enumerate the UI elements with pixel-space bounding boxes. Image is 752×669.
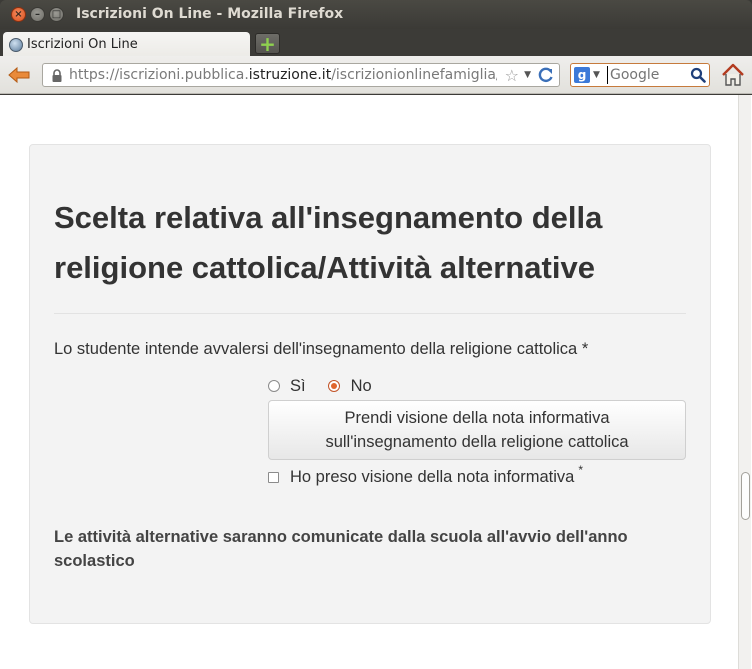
tab-iscrizioni[interactable]: Iscrizioni On Line	[3, 32, 250, 57]
lock-icon	[51, 68, 63, 82]
globe-icon	[9, 37, 23, 52]
religion-choice-group: Sì No	[268, 376, 372, 396]
search-engine-dropdown-icon[interactable]: ▼	[593, 70, 600, 80]
search-bar[interactable]: g ▼	[570, 63, 710, 87]
page-title: Scelta relativa all'insegnamento della r…	[54, 200, 603, 285]
back-button[interactable]	[6, 63, 32, 87]
vertical-scrollbar[interactable]	[738, 95, 751, 669]
url-bar[interactable]: https://iscrizioni.pubblica.istruzione.i…	[42, 63, 560, 87]
scrollbar-thumb[interactable]	[741, 472, 750, 520]
window-titlebar: × – □ Iscrizioni On Line - Mozilla Firef…	[0, 0, 752, 29]
info-read-checkbox[interactable]	[268, 471, 279, 483]
required-mark: *	[578, 463, 583, 477]
view-info-note-button[interactable]: Prendi visione della nota informativa su…	[268, 400, 686, 460]
minimize-window-button[interactable]: –	[30, 7, 45, 22]
info-read-label[interactable]: Ho preso visione della nota informativa	[290, 468, 574, 487]
url-text: https://iscrizioni.pubblica.istruzione.i…	[69, 67, 497, 83]
radio-no[interactable]	[327, 380, 340, 392]
url-prefix: https://iscrizioni.pubblica.	[69, 67, 249, 83]
divider	[54, 313, 686, 314]
info-button-line2: sull'insegnamento della religione cattol…	[325, 433, 629, 451]
plus-icon: +	[259, 31, 276, 56]
url-domain: istruzione.it	[248, 67, 332, 83]
reload-icon[interactable]	[537, 66, 555, 84]
radio-si[interactable]	[268, 380, 280, 392]
search-icon[interactable]	[690, 67, 706, 83]
window-title: Iscrizioni On Line - Mozilla Firefox	[76, 6, 344, 22]
bookmark-star-icon[interactable]: ☆	[505, 66, 519, 85]
radio-si-label[interactable]: Sì	[290, 377, 306, 396]
google-icon[interactable]: g	[574, 67, 590, 83]
home-icon[interactable]	[720, 62, 746, 88]
alternative-activities-note: Le attività alternative saranno comunica…	[54, 528, 628, 570]
page-content: Scelta relativa all'insegnamento della r…	[0, 95, 752, 669]
navigation-toolbar: https://iscrizioni.pubblica.istruzione.i…	[0, 56, 752, 94]
back-arrow-icon	[8, 66, 30, 84]
close-window-button[interactable]: ×	[11, 7, 26, 22]
radio-no-label[interactable]: No	[351, 377, 372, 396]
new-tab-button[interactable]: +	[255, 33, 280, 54]
info-read-checkbox-row: Ho preso visione della nota informativa …	[268, 463, 583, 488]
search-input[interactable]	[607, 66, 687, 84]
tab-strip: Iscrizioni On Line +	[0, 29, 752, 57]
url-dropdown-icon[interactable]: ▼	[524, 70, 531, 80]
url-suffix: /iscrizionionlinefamiglia/r	[331, 67, 497, 83]
form-panel: Scelta relativa all'insegnamento della r…	[29, 144, 711, 624]
tab-label: Iscrizioni On Line	[27, 37, 138, 52]
maximize-window-button[interactable]: □	[49, 7, 64, 22]
religion-question-label: Lo studente intende avvalersi dell'inseg…	[54, 340, 589, 358]
info-button-line1: Prendi visione della nota informativa	[344, 409, 610, 427]
